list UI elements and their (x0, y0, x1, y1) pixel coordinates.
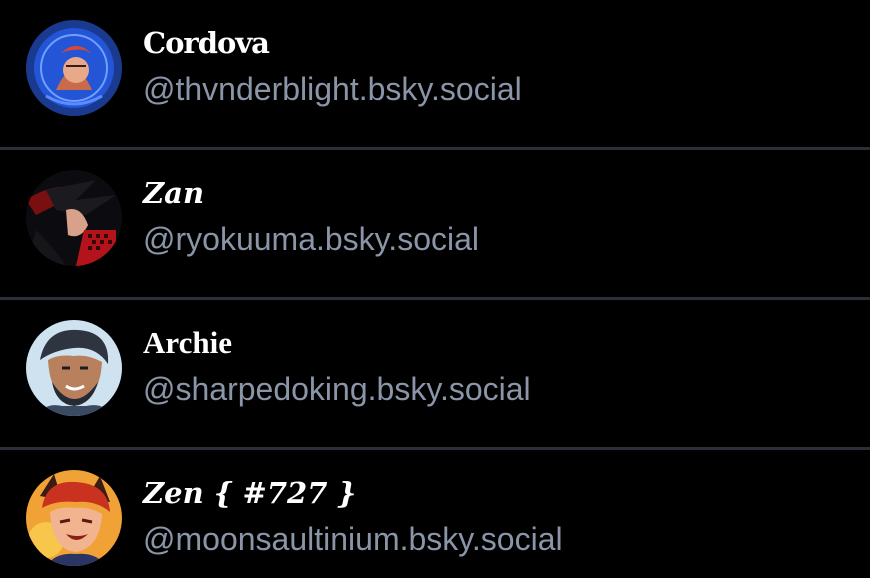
display-name: Archie (143, 325, 232, 360)
avatar[interactable] (26, 20, 122, 116)
user-handle: @ryokuuma.bsky.social (143, 221, 479, 257)
avatar[interactable] (26, 320, 122, 416)
user-text: Zen { #727 } @moonsaultinium.bsky.social (143, 470, 563, 562)
avatar[interactable] (26, 470, 122, 566)
user-handle: @moonsaultinium.bsky.social (143, 521, 563, 557)
user-row[interactable]: Zan @ryokuuma.bsky.social (0, 150, 870, 300)
user-row[interactable]: Zen { #727 } @moonsaultinium.bsky.social (0, 450, 870, 578)
user-row[interactable]: Cordova @thvnderblight.bsky.social (0, 0, 870, 150)
user-row[interactable]: Archie @sharpedoking.bsky.social (0, 300, 870, 450)
avatar-image (26, 470, 122, 566)
user-handle: @sharpedoking.bsky.social (143, 371, 531, 407)
user-list: Cordova @thvnderblight.bsky.social Zan @… (0, 0, 870, 578)
avatar[interactable] (26, 170, 122, 266)
user-text: Archie @sharpedoking.bsky.social (143, 320, 531, 412)
display-name: Cordova (143, 26, 270, 60)
user-handle: @thvnderblight.bsky.social (143, 71, 522, 107)
avatar-image (26, 20, 122, 116)
avatar-image (26, 170, 122, 266)
display-name: Zen { #727 } (143, 476, 357, 510)
user-text: Zan @ryokuuma.bsky.social (143, 170, 479, 262)
avatar-image (26, 320, 122, 416)
user-text: Cordova @thvnderblight.bsky.social (143, 20, 522, 112)
display-name: Zan (143, 176, 205, 210)
